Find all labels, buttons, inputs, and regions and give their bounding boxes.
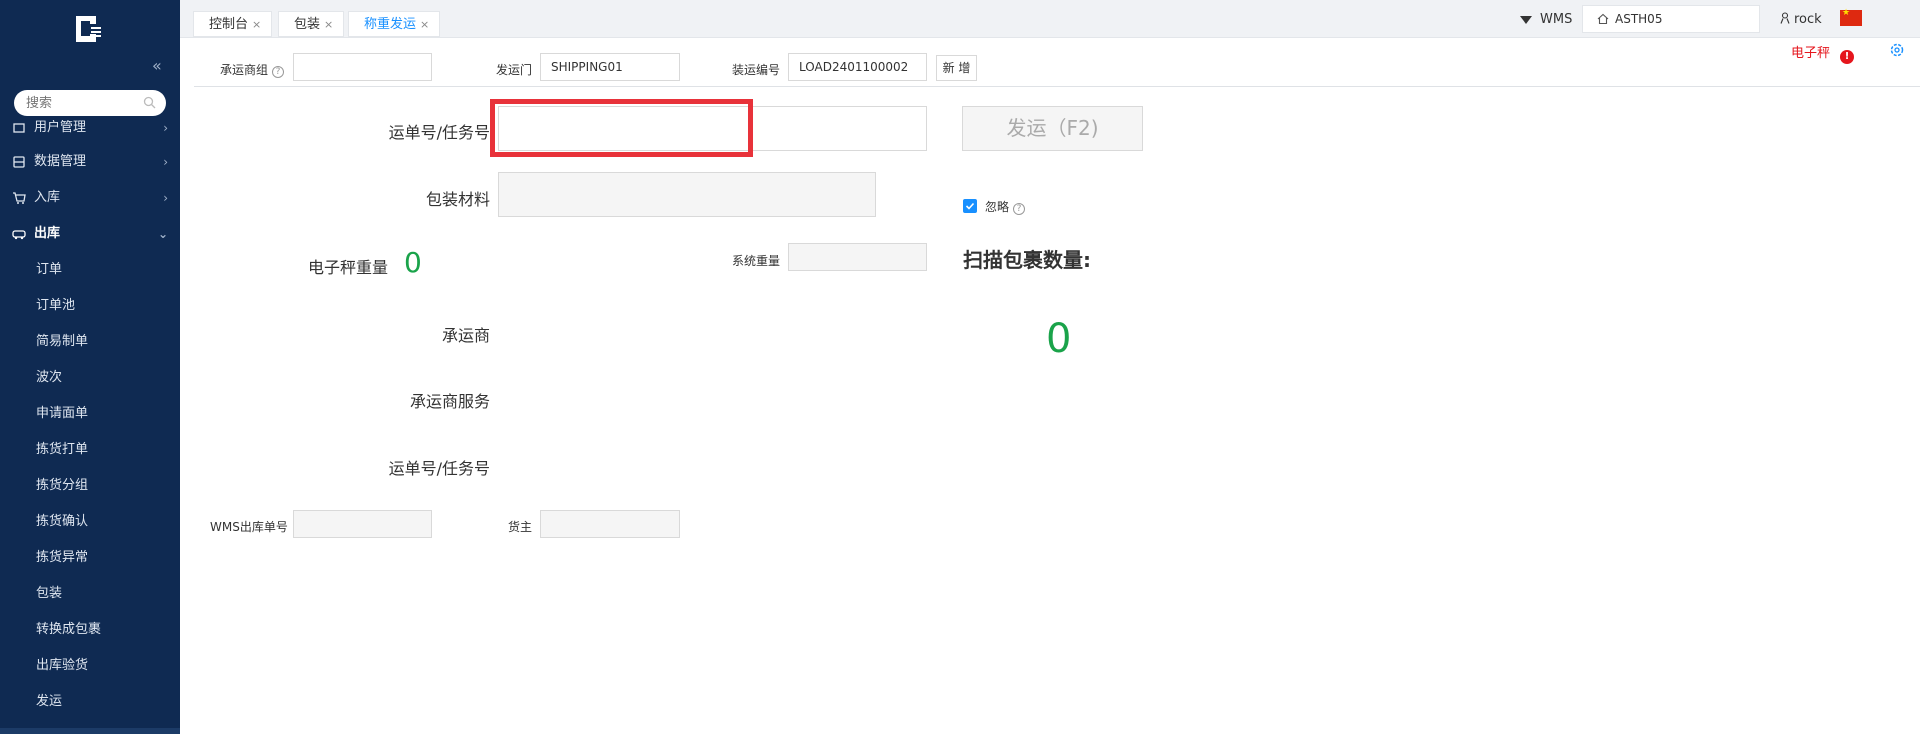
caret-down-icon (1520, 15, 1532, 24)
check-icon (965, 202, 975, 210)
carrier-group-label: 承运商组? (220, 61, 285, 78)
user-icon (13, 123, 25, 133)
packing-material-input[interactable] (498, 172, 876, 217)
waybill-input-highlight (490, 99, 753, 157)
sidebar-subitem-orders[interactable]: 订单 (0, 252, 180, 288)
help-icon[interactable]: ? (272, 66, 285, 78)
chevron-right-icon: › (163, 121, 168, 135)
sidebar-subitem-packing[interactable]: 包装 (0, 576, 180, 612)
tab-label: 称重发运 (364, 17, 417, 32)
ship-button[interactable]: 发运（F2) (962, 106, 1143, 151)
close-icon[interactable]: × (420, 18, 429, 31)
sidebar-subitem-ship[interactable]: 发运 (0, 684, 180, 720)
sidebar-item-user-management[interactable]: 用户管理 › (0, 120, 180, 144)
sidebar-scroll-indicator (0, 728, 180, 734)
china-flag-icon[interactable]: ★ (1840, 8, 1862, 26)
waybill-label-secondary: 运单号/任务号 (388, 459, 490, 478)
close-icon[interactable]: × (324, 18, 333, 31)
help-icon[interactable]: ? (1013, 203, 1026, 215)
system-label: WMS (1540, 12, 1573, 27)
wms-order-input[interactable] (293, 510, 432, 538)
carrier-label: 承运商 (441, 326, 490, 345)
user-icon (1780, 12, 1790, 24)
sidebar-subitem-wave[interactable]: 波次 (0, 360, 180, 396)
sidebar: « 用户管理 › 数据管理 › 入库 › 出库 ⌄ 订单 订单池 简易制单 波次… (0, 0, 180, 734)
home-icon (1597, 13, 1609, 25)
scale-status-label: 电子秤 (1791, 46, 1831, 61)
tab-packing[interactable]: 包装 × (278, 11, 345, 37)
warehouse-label: ASTH05 (1615, 12, 1663, 26)
sidebar-item-outbound[interactable]: 出库 ⌄ (0, 216, 180, 252)
gear-icon[interactable] (1889, 42, 1905, 58)
menu-search[interactable] (14, 90, 166, 116)
tab-dashboard[interactable]: 控制台 × (193, 11, 273, 37)
system-weight-input[interactable] (788, 243, 927, 271)
warehouse-selector[interactable]: ASTH05 (1582, 5, 1760, 33)
load-number-label: 装运编号 (732, 63, 781, 77)
sidebar-subitem-convert-parcel[interactable]: 转换成包裹 (0, 612, 180, 648)
database-icon (13, 156, 25, 168)
owner-label: 货主 (508, 520, 533, 534)
app-logo-icon[interactable] (74, 14, 104, 44)
header-divider (194, 86, 1920, 87)
scale-status[interactable]: 电子秤! (1791, 42, 1855, 64)
dock-label: 发运门 (496, 63, 533, 77)
sidebar-item-label: 入库 (34, 190, 61, 205)
sidebar-item-label: 数据管理 (34, 154, 87, 169)
chevron-right-icon: › (163, 155, 168, 169)
add-load-button[interactable]: 新 增 (936, 55, 977, 81)
scale-weight-label: 电子秤重量 (307, 258, 388, 277)
wms-order-label: WMS出库单号 (210, 520, 288, 534)
sidebar-subitem-pick-confirm[interactable]: 拣货确认 (0, 504, 180, 540)
owner-input[interactable] (540, 510, 680, 538)
chevron-down-icon: ⌄ (157, 227, 168, 241)
flag-star-icon: ★ (1842, 8, 1851, 18)
sidebar-menu: 用户管理 › 数据管理 › 入库 › 出库 ⌄ 订单 订单池 简易制单 波次 申… (0, 120, 180, 720)
sidebar-subitem-pick-print[interactable]: 拣货打单 (0, 432, 180, 468)
collapse-sidebar-icon[interactable]: « (152, 56, 162, 75)
sidebar-item-data-management[interactable]: 数据管理 › (0, 144, 180, 180)
menu-search-input[interactable] (14, 90, 134, 116)
system-selector[interactable]: WMS (1520, 10, 1572, 30)
sidebar-item-label: 出库 (34, 226, 61, 241)
sidebar-subitem-pick-exception[interactable]: 拣货异常 (0, 540, 180, 576)
carrier-group-input[interactable] (293, 53, 432, 81)
chevron-right-icon: › (163, 191, 168, 205)
tab-label: 包装 (294, 17, 321, 32)
close-icon[interactable]: × (252, 18, 261, 31)
packing-material-label: 包装材料 (425, 190, 490, 209)
error-icon: ! (1840, 50, 1855, 64)
user-menu[interactable]: rock (1780, 10, 1822, 30)
ignore-checkbox[interactable] (963, 199, 977, 213)
scan-count-value: 0 (1046, 316, 1072, 362)
sidebar-subitem-order-pool[interactable]: 订单池 (0, 288, 180, 324)
sidebar-subitem-request-label[interactable]: 申请面单 (0, 396, 180, 432)
dock-input[interactable]: SHIPPING01 (540, 53, 680, 81)
truck-icon (12, 230, 26, 240)
sidebar-item-label: 用户管理 (34, 120, 87, 135)
load-number-input[interactable]: LOAD2401100002 (788, 53, 927, 81)
tab-label: 控制台 (209, 17, 249, 32)
scale-weight-value: 0 (404, 246, 422, 279)
sidebar-subitem-simple-order[interactable]: 简易制单 (0, 324, 180, 360)
ignore-label: 忽略? (985, 198, 1026, 215)
user-name: rock (1794, 12, 1822, 27)
scan-count-label: 扫描包裹数量: (963, 248, 1091, 272)
carrier-service-label: 承运商服务 (409, 392, 490, 411)
sidebar-subitem-outbound-inspection[interactable]: 出库验货 (0, 648, 180, 684)
carrier-group-label-text: 承运商组 (220, 63, 269, 77)
tab-weigh-ship[interactable]: 称重发运 × (348, 11, 441, 37)
ignore-label-text: 忽略 (985, 200, 1010, 214)
sidebar-subitem-pick-group[interactable]: 拣货分组 (0, 468, 180, 504)
search-icon[interactable] (143, 96, 156, 109)
waybill-label: 运单号/任务号 (388, 123, 490, 142)
cart-icon (13, 192, 26, 204)
system-weight-label: 系统重量 (732, 254, 781, 268)
sidebar-item-inbound[interactable]: 入库 › (0, 180, 180, 216)
